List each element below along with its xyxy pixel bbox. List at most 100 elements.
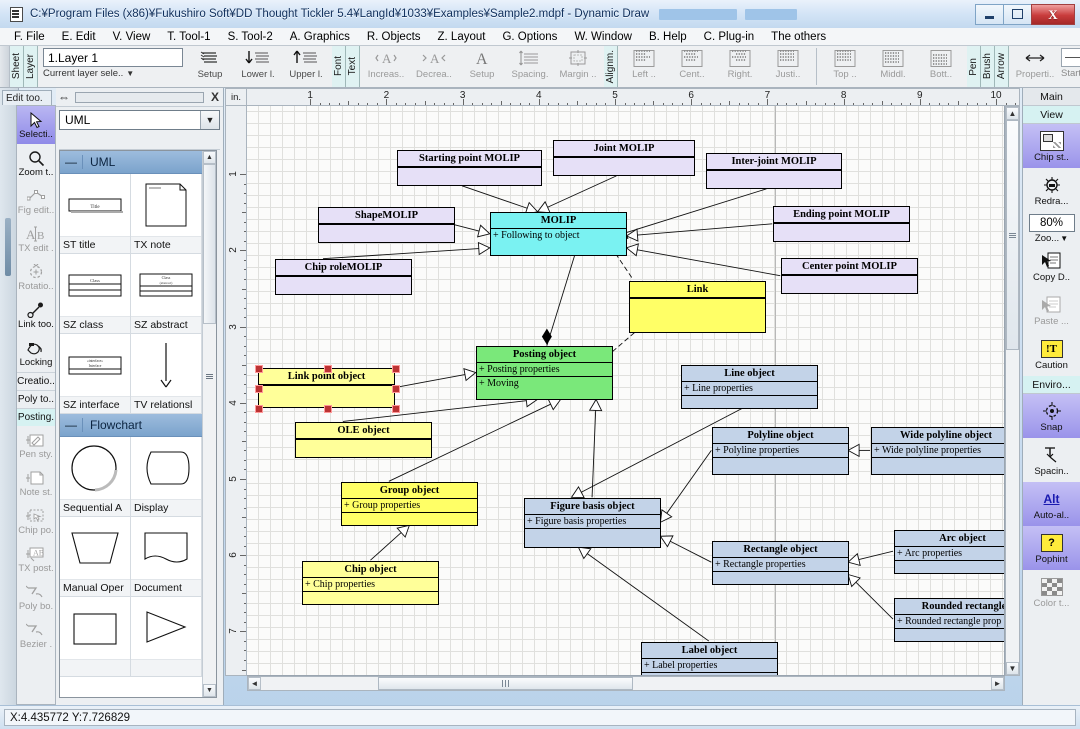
palette-category-flowchart[interactable]: — Flowchart bbox=[60, 414, 205, 437]
uml-generalization-line[interactable] bbox=[547, 175, 617, 208]
uml-class-ole-object[interactable]: OLE object bbox=[295, 422, 432, 458]
panel-button-color-t[interactable]: Color t... bbox=[1023, 570, 1080, 614]
vertical-scroll-thumb[interactable] bbox=[1006, 120, 1019, 350]
layer-select-row[interactable]: Current layer sele.. ▼ bbox=[43, 68, 183, 79]
edit-tool-poly-to[interactable]: Poly to.. bbox=[17, 390, 55, 408]
scroll-down-icon[interactable]: ▼ bbox=[1006, 662, 1019, 675]
align-justify-button[interactable]: Justi.. bbox=[764, 47, 812, 87]
edit-tool-tx-edit[interactable]: A B TX edit . bbox=[17, 220, 55, 258]
uml-generalization-line[interactable] bbox=[394, 374, 466, 388]
edit-tool-bezier[interactable]: Bezier . bbox=[17, 616, 55, 654]
uml-generalization-line[interactable] bbox=[587, 553, 710, 642]
resize-handle[interactable] bbox=[323, 405, 332, 413]
uml-class-figure-basis-object[interactable]: Figure basis object + Figure basis proper… bbox=[524, 498, 661, 548]
uml-class-link-point-object[interactable]: Link point object bbox=[258, 368, 395, 408]
uml-generalization-line[interactable] bbox=[461, 185, 528, 209]
line-spacing-button[interactable]: Spacing. bbox=[506, 47, 554, 87]
uml-generalization-line[interactable] bbox=[670, 540, 712, 563]
scroll-up-icon[interactable]: ▲ bbox=[203, 151, 216, 164]
align-center-button[interactable]: Cent.. bbox=[668, 47, 716, 87]
menu-item-c-plug-in[interactable]: C. Plug-in bbox=[704, 31, 755, 43]
menu-item-w-window[interactable]: W. Window bbox=[574, 31, 632, 43]
layer-input[interactable] bbox=[43, 48, 183, 67]
align-top-button[interactable]: Top .. bbox=[821, 47, 869, 87]
font-decrease-button[interactable]: A Decrea.. bbox=[410, 47, 458, 87]
menu-item-b-help[interactable]: B. Help bbox=[649, 31, 687, 43]
palette-item-display[interactable]: Display bbox=[131, 437, 202, 517]
tab-view[interactable]: View bbox=[1023, 106, 1080, 124]
uml-class-arc-object[interactable]: Arc object + Arc properties bbox=[894, 530, 1004, 574]
palette-category-uml[interactable]: — UML bbox=[60, 151, 205, 174]
uml-class-joint-molip[interactable]: Joint MOLIP bbox=[553, 140, 695, 176]
minimize-button[interactable] bbox=[975, 3, 1004, 25]
toolbar-grip[interactable] bbox=[0, 46, 10, 87]
uml-class-chip-object[interactable]: Chip object + Chip properties bbox=[302, 561, 439, 605]
uml-class-label-object[interactable]: Label object + Label properties bbox=[641, 642, 778, 675]
edit-tool-fig-edit[interactable]: Fig edit.. bbox=[17, 182, 55, 220]
uml-generalization-line[interactable] bbox=[322, 248, 479, 260]
palette-scrollbar[interactable]: ▲ ▼ bbox=[202, 151, 216, 697]
uml-class-wide-polyline-object[interactable]: Wide polyline object + Wide polyline prop… bbox=[871, 427, 1004, 475]
uml-class-rectangle-object[interactable]: Rectangle object + Rectangle properties bbox=[712, 541, 849, 585]
edit-tools-tab[interactable]: Edit too. bbox=[2, 90, 52, 105]
uml-class-starting-point-molip[interactable]: Starting point MOLIP bbox=[397, 150, 542, 186]
edit-tool-locking[interactable]: Locking bbox=[17, 334, 55, 372]
menu-item-the-others[interactable]: The others bbox=[771, 31, 826, 43]
horizontal-scroll-thumb[interactable] bbox=[378, 677, 633, 690]
palette-category-combo[interactable]: UML ▼ bbox=[59, 110, 220, 130]
vertical-ruler[interactable]: 12345678 bbox=[225, 106, 247, 676]
menu-item-a-graphics[interactable]: A. Graphics bbox=[290, 31, 350, 43]
palette-title-bar[interactable] bbox=[75, 91, 204, 103]
palette-item-sz-abstract[interactable]: Class (abstract) SZ abstract bbox=[131, 254, 202, 334]
chevron-down-icon[interactable]: ▼ bbox=[200, 111, 219, 129]
panel-button-chip-st[interactable]: Chip st.. bbox=[1023, 124, 1080, 168]
zoom-dropdown[interactable]: Zoo...▼ bbox=[1023, 233, 1080, 244]
uml-class-molip[interactable]: MOLIP + Following to object bbox=[490, 212, 627, 256]
arrow-properties-button[interactable]: Properti.. bbox=[1011, 47, 1059, 87]
horizontal-ruler[interactable]: 1 2 3 4 5 6 7 8 9 10 bbox=[247, 88, 1020, 106]
uml-class-rounded-rectangle-object[interactable]: Rounded rectangle + Rounded rectangle pro… bbox=[894, 598, 1004, 642]
canvas-horizontal-scrollbar[interactable]: ◄ ► bbox=[247, 676, 1005, 691]
canvas-vertical-scrollbar[interactable]: ▲ ▼ bbox=[1005, 106, 1020, 676]
close-button[interactable]: X bbox=[1031, 3, 1075, 25]
palette-item-sz-interface[interactable]: «interface» Interface SZ interface bbox=[60, 334, 131, 414]
uml-class-line-object[interactable]: Line object + Line properties bbox=[681, 365, 818, 409]
edit-tool-rotatio[interactable]: Rotatio.. bbox=[17, 258, 55, 296]
menu-item-t-tool-1[interactable]: T. Tool-1 bbox=[167, 31, 210, 43]
palette-item-shape-triangle[interactable] bbox=[131, 597, 202, 677]
resize-handle[interactable] bbox=[255, 365, 263, 373]
layer-lower-button[interactable]: Lower l. bbox=[234, 47, 282, 87]
scroll-right-icon[interactable]: ► bbox=[991, 677, 1004, 690]
panel-button-caution[interactable]: !T Caution bbox=[1023, 332, 1080, 376]
edit-tool-poly-bo[interactable]: Poly bo. bbox=[17, 578, 55, 616]
palette-item-tx-note[interactable]: TX note bbox=[131, 174, 202, 254]
edit-tool-selecti[interactable]: Selecti.. bbox=[17, 106, 55, 144]
uml-generalization-line[interactable] bbox=[855, 581, 894, 620]
palette-item-st-title[interactable]: Title ST title bbox=[60, 174, 131, 254]
uml-class-posting-object[interactable]: Posting object + Posting properties + Movi… bbox=[476, 346, 613, 400]
uml-dependency-line[interactable] bbox=[615, 253, 633, 279]
margin-button[interactable]: Margin .. bbox=[554, 47, 602, 87]
tab-brush[interactable]: Brush bbox=[981, 46, 995, 87]
tab-arrow[interactable]: Arrow bbox=[995, 46, 1009, 87]
uml-class-group-object[interactable]: Group object + Group properties bbox=[341, 482, 478, 526]
uml-class-center-point-molip[interactable]: Center point MOLIP bbox=[781, 258, 918, 294]
palette-scroll-thumb[interactable] bbox=[203, 164, 216, 324]
scroll-left-icon[interactable]: ◄ bbox=[248, 677, 261, 690]
uml-class-shape-molip[interactable]: ShapeMOLIP bbox=[318, 207, 455, 243]
align-right-button[interactable]: Right. bbox=[716, 47, 764, 87]
resize-handle[interactable] bbox=[323, 365, 332, 373]
edit-tool-link-too[interactable]: Link too. bbox=[17, 296, 55, 334]
menu-item-s-tool-2[interactable]: S. Tool-2 bbox=[228, 31, 273, 43]
font-setup-button[interactable]: A Setup bbox=[458, 47, 506, 87]
align-middle-button[interactable]: Middl. bbox=[869, 47, 917, 87]
panel-button-paste[interactable]: Paste ... bbox=[1023, 288, 1080, 332]
tab-pen[interactable]: Pen bbox=[967, 46, 981, 87]
diagram-canvas[interactable]: Starting point MOLIP Joint MOLIP Inter-joi… bbox=[247, 106, 1005, 676]
menu-item-z-layout[interactable]: Z. Layout bbox=[438, 31, 486, 43]
font-increase-button[interactable]: A Increas.. bbox=[362, 47, 410, 87]
scroll-up-icon[interactable]: ▲ bbox=[1006, 107, 1019, 120]
edit-tool-pen-sty[interactable]: Pen sty. bbox=[17, 426, 55, 464]
palette-item-manual-oper[interactable]: Manual Oper bbox=[60, 517, 131, 597]
resize-handle[interactable] bbox=[392, 405, 400, 413]
